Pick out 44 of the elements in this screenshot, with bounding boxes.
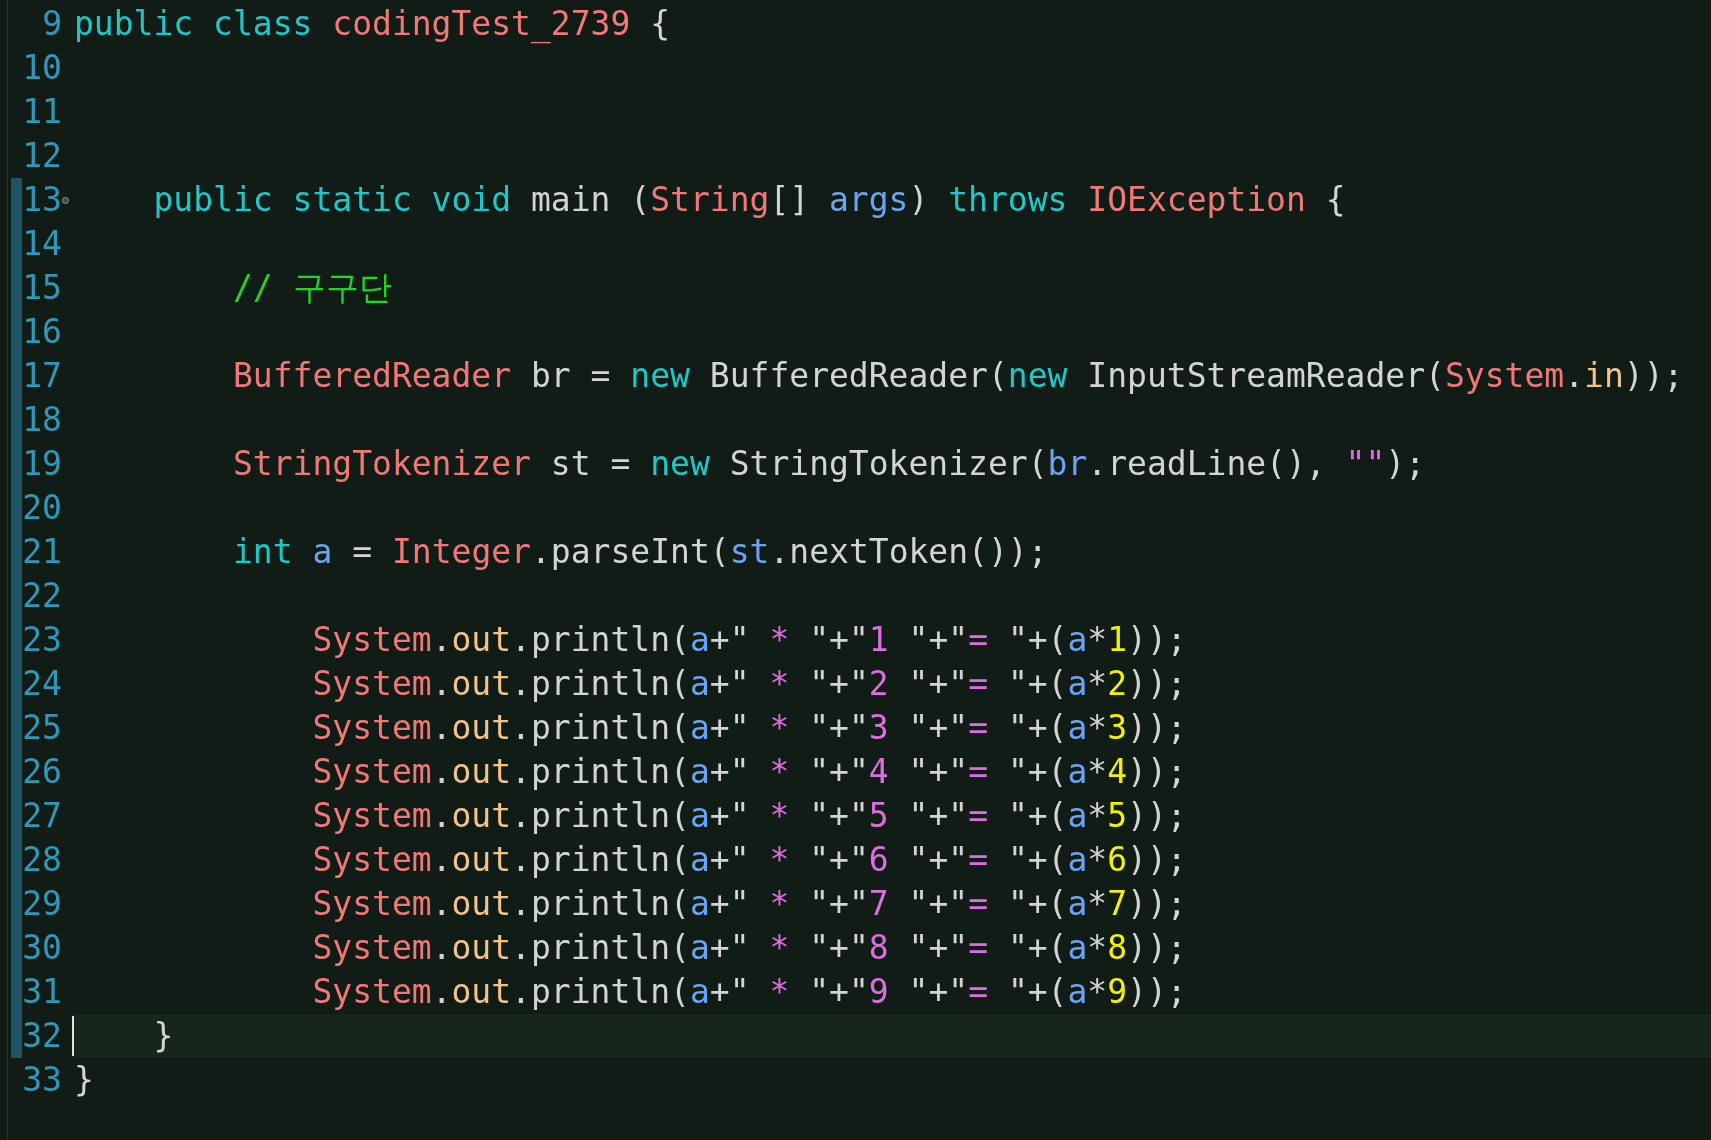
line-number: 14 <box>22 223 62 265</box>
line-number: 15 <box>22 267 62 309</box>
code-line: System.out.println(a+" * "+"2 "+"= "+(a*2)); <box>311 663 1187 705</box>
code-line: // 구구단 <box>231 267 392 309</box>
code-line: System.out.println(a+" * "+"8 "+"= "+(a*8)); <box>311 927 1187 969</box>
code-line: } <box>152 1015 174 1057</box>
line-number: 23 <box>22 619 62 661</box>
line-number: 19 <box>22 443 62 485</box>
line-number: 30 <box>22 927 62 969</box>
text-cursor <box>72 1016 74 1056</box>
line-number: 9 <box>41 3 62 45</box>
line-number: 17 <box>22 355 62 397</box>
code-line: public static void main (String[] args) throws IOException { <box>152 179 1346 221</box>
line-number: 28 <box>22 839 62 881</box>
line-number: 16 <box>22 311 62 353</box>
code-line: BufferedReader br = new BufferedReader(new InputStreamReader(System.in)); <box>231 355 1684 397</box>
line-number: 11 <box>22 91 62 133</box>
line-number: 26 <box>22 751 62 793</box>
code-line: System.out.println(a+" * "+"4 "+"= "+(a*4)); <box>311 751 1187 793</box>
line-number: 21 <box>22 531 62 573</box>
code-line: System.out.println(a+" * "+"5 "+"= "+(a*5)); <box>311 795 1187 837</box>
line-number: 29 <box>22 883 62 925</box>
code-line: System.out.println(a+" * "+"7 "+"= "+(a*7)); <box>311 883 1187 925</box>
line-number: 10 <box>22 47 62 89</box>
line-number: 27 <box>22 795 62 837</box>
line-number: 13 <box>22 179 62 221</box>
code-line: StringTokenizer st = new StringTokenizer(br.readLine(), ""); <box>231 443 1426 485</box>
line-number: 33 <box>22 1059 62 1101</box>
code-line: System.out.println(a+" * "+"6 "+"= "+(a*6)); <box>311 839 1187 881</box>
line-number: 12 <box>22 135 62 177</box>
line-number: 25 <box>22 707 62 749</box>
line-number: 22 <box>22 575 62 617</box>
code-line: public class codingTest_2739 { <box>74 3 671 46</box>
line-number: 32 <box>22 1015 62 1057</box>
line-number: 18 <box>22 399 62 441</box>
code-line: } <box>74 1059 94 1101</box>
line-number: 20 <box>22 487 62 529</box>
code-line: System.out.println(a+" * "+"9 "+"= "+(a*9)); <box>311 971 1187 1013</box>
line-number: 31 <box>22 971 62 1013</box>
line-number: 24 <box>22 663 62 705</box>
code-line: System.out.println(a+" * "+"3 "+"= "+(a*3)); <box>311 707 1187 749</box>
code-line: int a = Integer.parseInt(st.nextToken()); <box>231 531 1048 573</box>
fold-marker-icon[interactable] <box>62 196 69 204</box>
code-line: System.out.println(a+" * "+"1 "+"= "+(a*1)); <box>311 619 1187 661</box>
